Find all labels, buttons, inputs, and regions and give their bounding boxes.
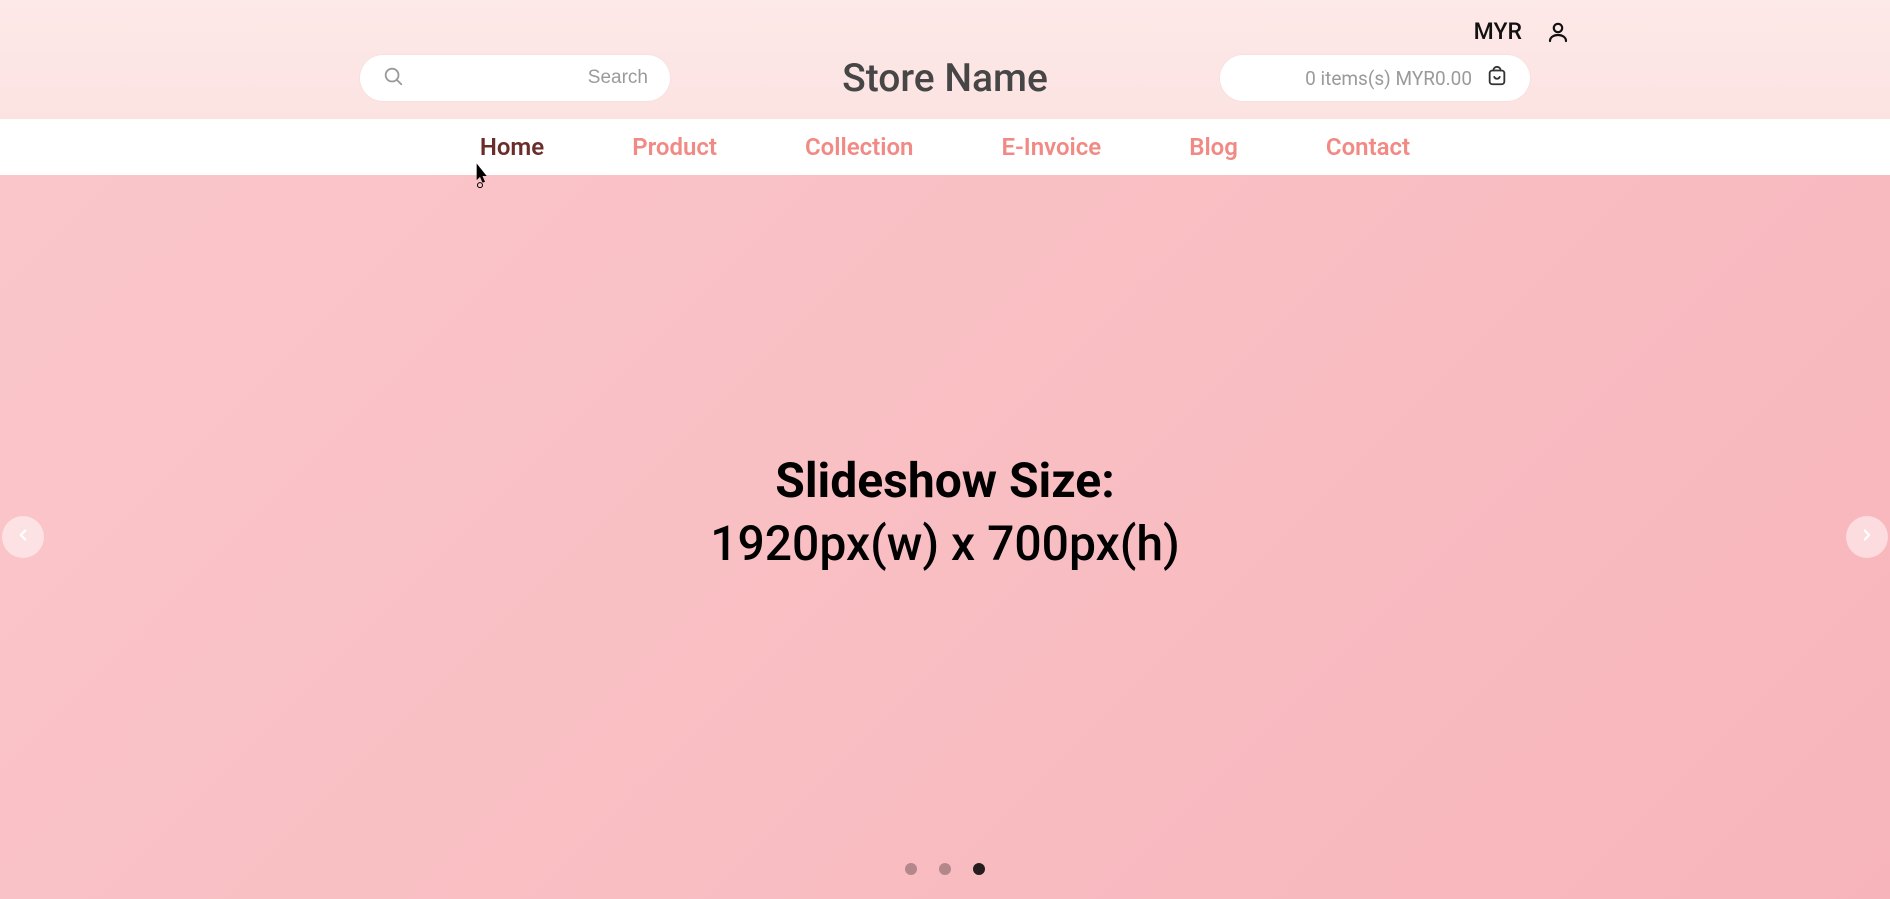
chevron-left-icon xyxy=(14,526,32,548)
nav-home[interactable]: Home xyxy=(480,133,544,161)
nav-bar: Home Product Collection E-Invoice Blog C… xyxy=(0,119,1890,175)
slide-dot-3[interactable] xyxy=(973,863,985,875)
cart-button[interactable]: 0 items(s) MYR0.00 xyxy=(1220,55,1530,101)
nav-product[interactable]: Product xyxy=(632,133,717,161)
slide-prev-button[interactable] xyxy=(2,516,44,558)
header-row: Store Name 0 items(s) MYR0.00 xyxy=(0,45,1890,119)
search-box[interactable] xyxy=(360,55,670,101)
slide-dot-2[interactable] xyxy=(939,863,951,875)
slide-dot-1[interactable] xyxy=(905,863,917,875)
bag-icon xyxy=(1486,65,1508,91)
top-bar-right: MYR xyxy=(0,10,1890,45)
nav-blog[interactable]: Blog xyxy=(1189,133,1238,161)
store-name: Store Name xyxy=(842,55,1048,101)
nav-contact[interactable]: Contact xyxy=(1326,133,1410,161)
user-icon[interactable] xyxy=(1546,20,1570,44)
cart-label: 0 items(s) MYR0.00 xyxy=(1305,67,1472,90)
slide-title: Slideshow Size: xyxy=(775,452,1114,509)
search-icon xyxy=(382,65,404,91)
chevron-right-icon xyxy=(1858,526,1876,548)
nav-collection[interactable]: Collection xyxy=(805,133,913,161)
nav-einvoice[interactable]: E-Invoice xyxy=(1001,133,1101,161)
slide-next-button[interactable] xyxy=(1846,516,1888,558)
currency-selector[interactable]: MYR xyxy=(1474,18,1522,45)
slide-subtitle: 1920px(w) x 700px(h) xyxy=(710,515,1180,572)
search-input[interactable] xyxy=(404,67,648,89)
slideshow: Slideshow Size: 1920px(w) x 700px(h) xyxy=(0,175,1890,899)
top-bar: MYR Store Name 0 items(s) MYR0.00 xyxy=(0,0,1890,119)
slide-dots xyxy=(905,863,985,875)
